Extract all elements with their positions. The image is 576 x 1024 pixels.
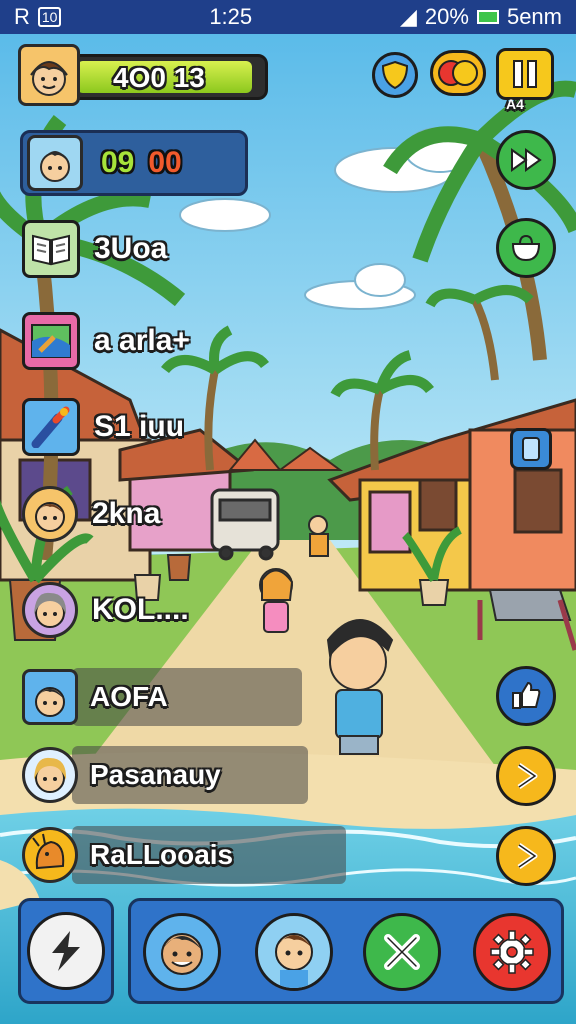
list-row-bar: Pasanauy (72, 746, 308, 804)
list-row-bar: RaLLooais (72, 826, 346, 884)
menu-item-tool[interactable]: S1 iuu (22, 398, 184, 456)
cancel-icon (384, 934, 420, 970)
timer-green-value: 09 (101, 146, 135, 179)
dock-left-panel (18, 898, 114, 1004)
timer-avatar-face (40, 151, 70, 182)
list-row[interactable]: Pasanauy (22, 746, 308, 804)
level-label: A4 (506, 96, 524, 112)
notification-badge: 10 (37, 7, 62, 27)
bag-icon (511, 234, 541, 262)
list-row[interactable]: RaLLooais (22, 826, 346, 884)
menu-item-friend-1[interactable]: 2kna (22, 486, 160, 542)
battery-percent: 20% (424, 4, 469, 29)
carrier-label: R (14, 4, 30, 29)
list-row-avatar (22, 669, 78, 725)
player-avatar-face (30, 61, 68, 96)
character-button[interactable] (143, 913, 221, 991)
menu-item-map[interactable]: a arla+ (22, 312, 190, 370)
list-row-label: RaLLooais (90, 839, 234, 870)
timer-red-value: 00 (148, 146, 182, 179)
friend-avatar (22, 486, 78, 542)
menu-item-friend-2[interactable]: KOL.... (22, 582, 189, 638)
network-label: 5enm (506, 4, 562, 29)
battery-icon (476, 10, 499, 24)
play-button[interactable] (496, 746, 556, 806)
play-icon (517, 762, 538, 790)
thumbs-up-icon (512, 681, 541, 709)
like-button[interactable] (496, 666, 556, 726)
pause-icon (513, 60, 537, 88)
player-avatar[interactable] (18, 44, 80, 106)
list-row-avatar (22, 827, 78, 883)
map-icon (22, 312, 80, 370)
lightning-icon (52, 931, 80, 971)
clock: 1:25 (209, 4, 253, 29)
list-row-bar: AOFA (72, 668, 302, 726)
phone-icon (522, 437, 540, 461)
friend-avatar-icon (275, 933, 313, 988)
phone-button[interactable] (510, 428, 552, 470)
menu-label: KOL.... (92, 593, 189, 626)
list-row-label: Pasanauy (90, 759, 221, 790)
shield-icon (381, 60, 409, 90)
shield-button[interactable] (372, 52, 418, 98)
dock-main-panel (128, 898, 564, 1004)
lightning-button[interactable] (27, 912, 105, 990)
friend-button[interactable] (255, 913, 333, 991)
menu-label: S1 iuu (94, 410, 185, 443)
play-icon (517, 842, 538, 870)
player-xp-bar[interactable]: 4O0 13 (18, 44, 270, 108)
menu-item-book[interactable]: 3Uoa (22, 220, 167, 278)
timer-avatar (27, 135, 83, 191)
coins-button[interactable] (430, 50, 486, 96)
menu-label: a arla+ (94, 324, 190, 357)
cancel-button[interactable] (363, 913, 441, 991)
bag-button[interactable] (496, 218, 556, 278)
xp-progress-track: 4O0 13 (70, 54, 268, 100)
character-avatar-icon (161, 933, 203, 975)
list-row-label: AOFA (90, 681, 168, 712)
play-button[interactable] (496, 826, 556, 886)
list-row-avatar (22, 747, 78, 803)
gear-icon (490, 930, 534, 974)
menu-label: 2kna (92, 497, 161, 530)
signal-icon: ◢ (399, 4, 417, 29)
tool-icon (22, 398, 80, 456)
coins-icon (438, 60, 478, 86)
fast-forward-icon (511, 148, 542, 172)
book-icon (22, 220, 80, 278)
timer-card: 09 00 (20, 130, 248, 196)
list-row[interactable]: AOFA (22, 668, 302, 726)
status-bar: R 10 1:25 ◢ 20% 5enm (0, 0, 576, 34)
settings-button[interactable] (473, 913, 551, 991)
fast-forward-button[interactable] (496, 130, 556, 190)
menu-label: 3Uoa (94, 232, 168, 265)
pause-button[interactable] (496, 48, 554, 100)
friend-avatar (22, 582, 78, 638)
xp-value: 4O0 13 (113, 62, 205, 93)
